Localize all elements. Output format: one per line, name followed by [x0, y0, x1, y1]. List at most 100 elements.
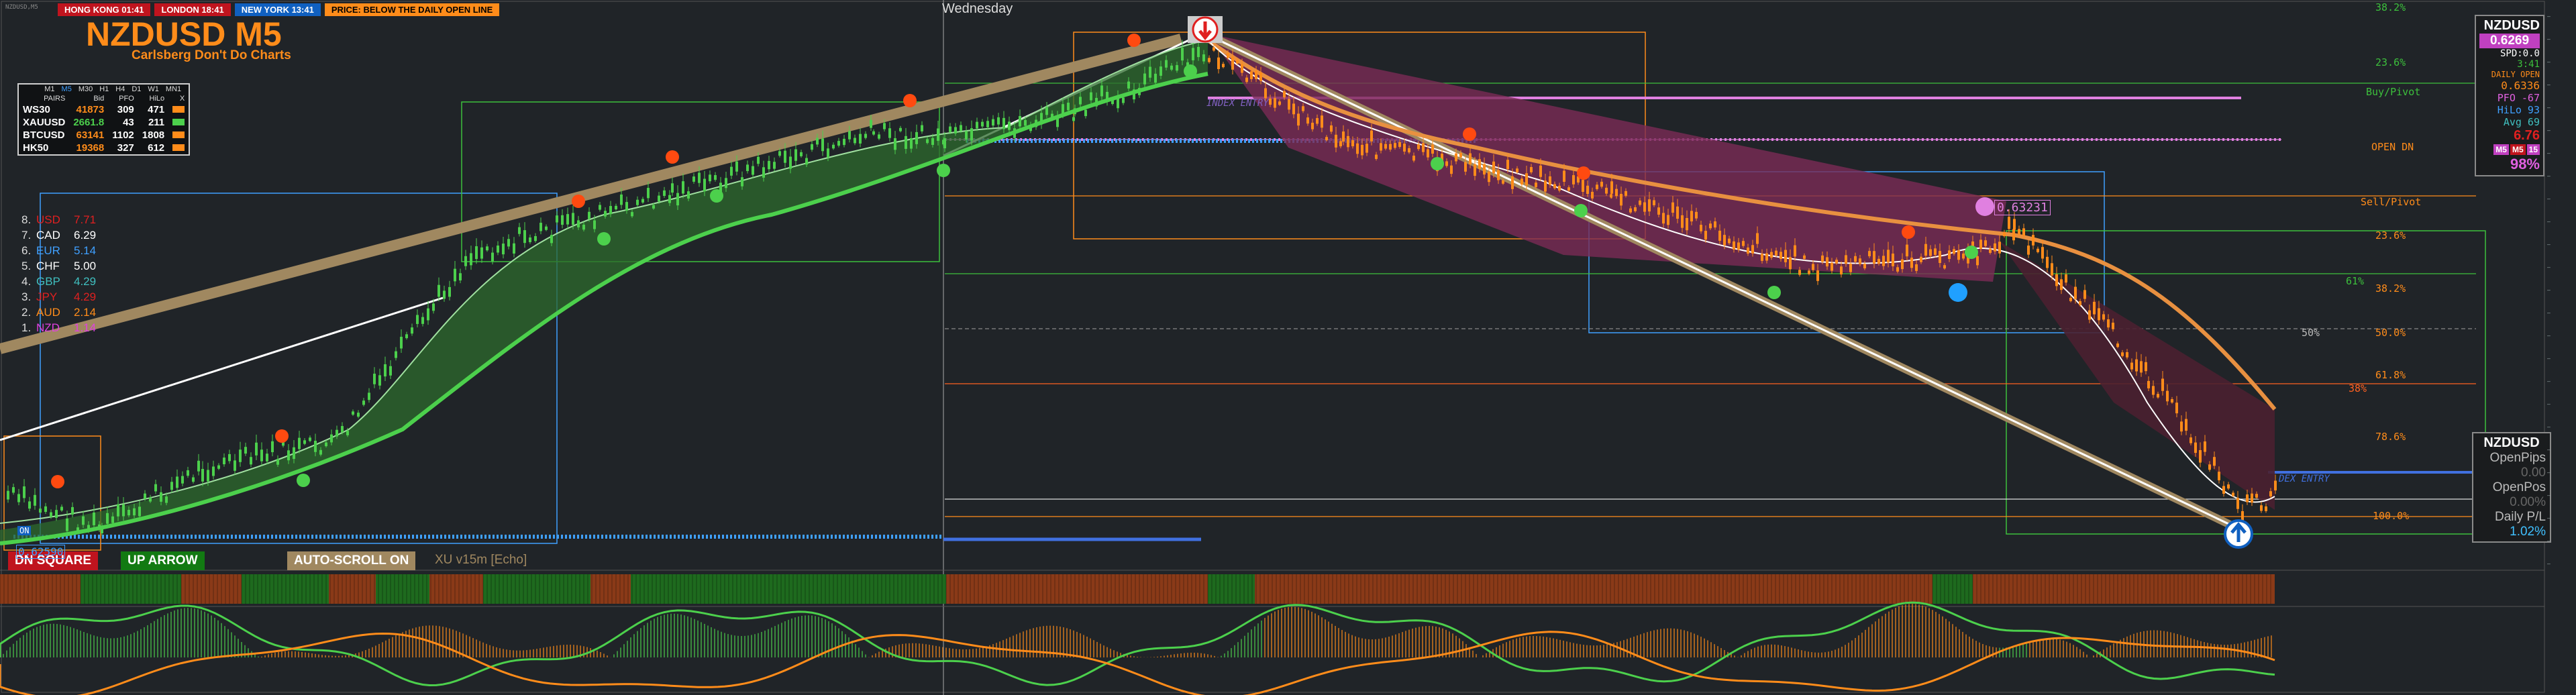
candle-body — [1403, 144, 1406, 152]
candle-body — [28, 501, 31, 509]
candle-body — [319, 449, 322, 455]
price-chart[interactable] — [0, 0, 2576, 695]
scale-tick: — — [2547, 333, 2551, 339]
pips-panel: NZDUSD OpenPips 0.00 OpenPos 0.00% Daily… — [2472, 432, 2551, 543]
currency-row: 1. NZD 1.14 — [21, 321, 97, 334]
candle-body — [1264, 88, 1267, 99]
candle-body — [486, 246, 488, 251]
candle-body — [1756, 233, 1759, 244]
candle-body — [714, 174, 717, 180]
candle-body — [878, 134, 880, 139]
timeframe-button[interactable]: M5 — [2510, 144, 2526, 155]
candle-body — [615, 205, 617, 210]
signal-swatch — [168, 116, 189, 129]
candle-body — [1106, 91, 1109, 102]
candle-body — [7, 490, 9, 500]
candle-body — [2013, 219, 2016, 230]
candle-body — [432, 303, 435, 311]
candle-body — [1957, 250, 1960, 260]
candle-body — [811, 144, 813, 150]
candle-body — [1095, 97, 1098, 107]
open-pips-value: 0.00 — [2521, 466, 2546, 480]
candle-body — [976, 121, 978, 129]
info-hilo: HiLo 93 — [2497, 104, 2540, 116]
candle-body — [636, 199, 639, 205]
candle-body — [832, 144, 835, 149]
swing-low-dot — [1184, 64, 1197, 78]
table-row[interactable]: WS30 41873 309 471 — [19, 103, 189, 116]
oscillator-line-green — [0, 601, 2275, 687]
candle-body — [2027, 246, 2030, 255]
candle-body — [821, 138, 824, 152]
candle-body — [1417, 144, 1420, 150]
candle-body — [507, 239, 510, 247]
candle-body — [133, 508, 136, 516]
candle-body — [2032, 235, 2034, 246]
candle-body — [1013, 128, 1016, 138]
oscillator-line-orange — [0, 631, 2275, 695]
candle-body — [212, 466, 215, 476]
candle-body — [405, 334, 408, 339]
candle-body — [1596, 184, 1598, 189]
candle-body — [894, 138, 896, 150]
histogram-segment — [590, 574, 631, 604]
candle-body — [652, 205, 655, 209]
timeframe-button[interactable]: M5 — [2493, 144, 2509, 155]
candle-body — [303, 440, 306, 444]
candle-body — [671, 183, 674, 193]
candle-body — [1984, 240, 1987, 246]
candle-body — [149, 497, 152, 502]
timeframe-tab[interactable]: MN1 — [166, 85, 181, 93]
table-row[interactable]: BTCUSD 63141 1102 1808 — [19, 129, 189, 142]
timeframe-tab[interactable]: H4 — [115, 85, 125, 93]
candle-body — [2083, 290, 2086, 299]
candle-body — [1686, 218, 1688, 231]
candle-body — [1676, 206, 1679, 219]
timeframe-tab[interactable]: H1 — [99, 85, 109, 93]
timeframe-tab[interactable]: W1 — [148, 85, 159, 93]
candle-body — [1250, 71, 1253, 79]
candle-body — [1045, 107, 1048, 115]
auto-scroll-button[interactable]: AUTO-SCROLL ON — [287, 551, 416, 570]
candle-body — [341, 426, 344, 433]
candle-body — [545, 226, 548, 230]
candle-body — [872, 131, 875, 135]
candle-body — [1544, 180, 1547, 192]
scale-tick: — — [2547, 150, 2551, 156]
on-badge[interactable]: ON — [17, 526, 32, 535]
candle-body — [730, 166, 733, 176]
candle-body — [1910, 258, 1913, 268]
candle-body — [491, 252, 494, 262]
info-price: 0.6269 — [2479, 34, 2540, 48]
candle-body — [82, 516, 85, 525]
timeframe-tab[interactable]: D1 — [132, 85, 141, 93]
candle-body — [244, 447, 247, 454]
candle-body — [805, 158, 808, 165]
candle-body — [1671, 202, 1674, 213]
info-spread: SPD:0.0 — [2500, 48, 2540, 59]
candle-body — [276, 459, 279, 465]
candle-body — [725, 178, 727, 189]
scale-tick: — — [2547, 127, 2551, 133]
swing-high-dot — [666, 150, 679, 164]
candle-body — [641, 199, 644, 203]
currency-row: 8. USD 7.71 — [21, 213, 97, 226]
timeframe-tab[interactable]: M30 — [79, 85, 93, 93]
candle-body — [698, 172, 701, 183]
candle-body — [1629, 208, 1632, 213]
timeframe-button[interactable]: 15 — [2526, 144, 2540, 155]
candle-body — [1450, 165, 1453, 174]
candle-body — [676, 193, 679, 206]
candle-body — [981, 121, 984, 127]
timeframe-tab[interactable]: M5 — [62, 85, 72, 93]
candle-body — [1227, 53, 1229, 58]
timeframe-tab[interactable]: M1 — [44, 85, 54, 93]
up-arrow-button[interactable]: UP ARROW — [121, 551, 205, 570]
candle-body — [954, 127, 957, 133]
candle-body — [421, 317, 424, 324]
table-row[interactable]: HK50 19368 327 612 — [19, 142, 189, 154]
candle-body — [599, 205, 601, 210]
candle-body — [384, 364, 387, 377]
candle-body — [2274, 480, 2277, 491]
table-row[interactable]: XAUUSD 2661.8 43 211 — [19, 116, 189, 129]
